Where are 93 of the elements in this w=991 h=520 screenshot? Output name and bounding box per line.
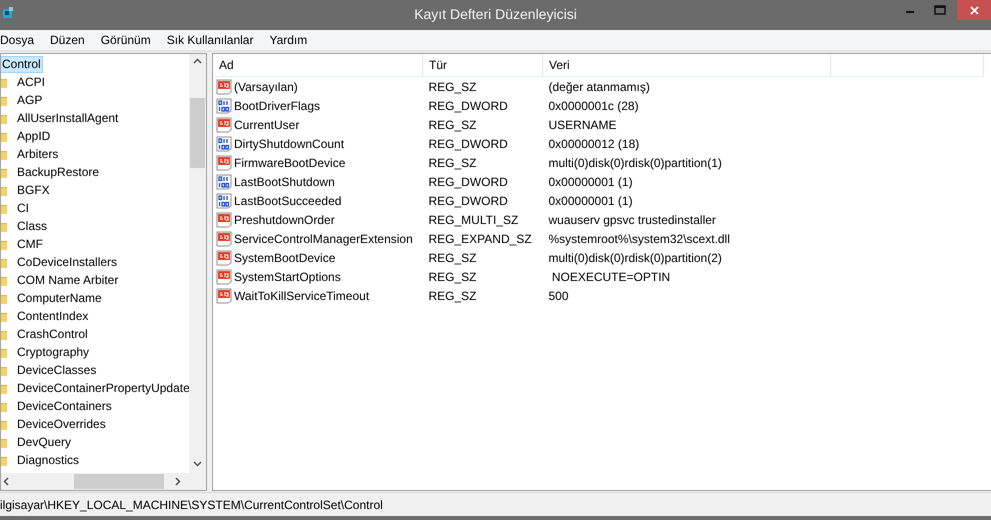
string-value-icon bbox=[216, 154, 232, 170]
tree-item[interactable]: ACPI bbox=[15, 74, 48, 90]
scroll-left-icon bbox=[3, 477, 9, 486]
maximize-icon bbox=[934, 5, 946, 15]
menu-item[interactable]: Dosya bbox=[0, 30, 42, 50]
value-name[interactable]: FirmwareBootDevice bbox=[234, 156, 346, 170]
value-name[interactable]: ServiceControlManagerExtension bbox=[234, 232, 413, 246]
tree-item[interactable]: CoDeviceInstallers bbox=[15, 254, 120, 270]
value-type: REG_EXPAND_SZ bbox=[428, 230, 533, 248]
string-value-icon bbox=[216, 116, 232, 132]
value-name[interactable]: WaitToKillServiceTimeout bbox=[234, 288, 370, 302]
menu-item[interactable]: Sık Kullanılanlar bbox=[158, 30, 262, 50]
value-data: wuauserv gpsvc trustedinstaller bbox=[548, 212, 717, 228]
value-type: REG_SZ bbox=[428, 288, 478, 304]
value-name[interactable]: BootDriverFlags bbox=[234, 98, 320, 112]
value-type: REG_DWORD bbox=[428, 174, 509, 190]
menu-item[interactable]: Yardım bbox=[261, 30, 316, 50]
close-icon bbox=[970, 6, 978, 14]
tree-item[interactable]: BGFX bbox=[15, 182, 52, 198]
value-data: USERNAME bbox=[548, 116, 618, 134]
tree-item[interactable]: ComputerName bbox=[15, 290, 104, 306]
value-type: REG_SZ bbox=[428, 154, 478, 172]
binary-value-icon bbox=[216, 98, 232, 114]
value-type: REG_DWORD bbox=[428, 192, 509, 210]
string-value-icon bbox=[216, 78, 232, 94]
tree-item[interactable]: Class bbox=[15, 218, 50, 234]
value-data: (değer atanmamış) bbox=[542, 76, 830, 96]
scrollbar-thumb[interactable] bbox=[74, 474, 164, 489]
value-type: REG_DWORD bbox=[428, 136, 509, 152]
app-icon bbox=[2, 7, 14, 21]
horizontal-scrollbar[interactable] bbox=[1, 473, 189, 490]
tree-item[interactable]: CrashControl bbox=[15, 326, 90, 342]
window-title: Kayıt Defteri Düzenleyicisi bbox=[414, 6, 577, 22]
value-type: REG_SZ bbox=[428, 250, 478, 266]
scroll-right-icon bbox=[175, 477, 181, 486]
tree-item[interactable]: ContentIndex bbox=[15, 308, 90, 324]
value-data: %systemroot%\system32\scext.dll bbox=[548, 230, 731, 248]
value-name[interactable]: (Varsayılan) bbox=[234, 80, 298, 94]
value-name[interactable]: DirtyShutdownCount bbox=[234, 136, 344, 150]
column-header[interactable]: Tür bbox=[422, 54, 542, 76]
string-value-icon bbox=[216, 250, 232, 266]
value-name[interactable]: SystemStartOptions bbox=[234, 270, 341, 284]
tree-item[interactable]: Cryptography bbox=[15, 344, 92, 360]
tree-item[interactable]: Control bbox=[1, 56, 43, 72]
tree-item[interactable]: BackupRestore bbox=[15, 164, 102, 180]
tree-item[interactable]: AllUserInstallAgent bbox=[15, 110, 120, 126]
binary-value-icon bbox=[216, 136, 232, 152]
tree-item[interactable]: DeviceClasses bbox=[15, 362, 98, 378]
value-data: 500 bbox=[548, 288, 570, 304]
column-header[interactable]: Veri bbox=[542, 54, 830, 76]
tree-item[interactable]: AppID bbox=[15, 128, 52, 144]
column-header[interactable]: Ad bbox=[213, 54, 422, 76]
tree-item[interactable]: Diagnostics bbox=[15, 452, 82, 468]
value-type: REG_SZ bbox=[422, 76, 542, 96]
string-value-icon bbox=[216, 268, 232, 284]
value-type: REG_SZ bbox=[428, 116, 478, 134]
value-name[interactable]: LastBootShutdown bbox=[234, 174, 335, 188]
value-type: REG_MULTI_SZ bbox=[428, 212, 520, 228]
value-name[interactable]: CurrentUser bbox=[234, 118, 300, 132]
value-name[interactable]: SystemBootDevice bbox=[234, 250, 336, 264]
value-type: REG_SZ bbox=[428, 268, 478, 286]
menu-item[interactable]: Düzen bbox=[42, 30, 93, 50]
string-value-icon bbox=[216, 212, 232, 228]
value-data: multi(0)disk(0)rdisk(0)partition(2) bbox=[548, 250, 723, 266]
binary-value-icon bbox=[216, 174, 232, 190]
scroll-up-icon bbox=[193, 58, 202, 64]
menu-item[interactable]: Görünüm bbox=[92, 30, 159, 50]
tree-item[interactable]: CI bbox=[15, 200, 31, 216]
binary-value-icon bbox=[216, 192, 232, 208]
tree-item[interactable]: DeviceContainerPropertyUpdate bbox=[15, 380, 189, 396]
value-data: 0x00000001 (1) bbox=[548, 174, 634, 190]
value-type: REG_DWORD bbox=[428, 98, 509, 114]
tree-item[interactable]: DevQuery bbox=[15, 434, 74, 450]
tree-item[interactable]: Arbiters bbox=[15, 146, 60, 162]
value-name[interactable]: LastBootSucceeded bbox=[234, 194, 342, 208]
close-button[interactable] bbox=[957, 0, 991, 20]
status-path: ilgisayar\HKEY_LOCAL_MACHINE\SYSTEM\CurrentControlSet\Control bbox=[0, 498, 383, 512]
value-data: multi(0)disk(0)rdisk(0)partition(1) bbox=[548, 154, 723, 172]
tree-item[interactable]: DeviceOverrides bbox=[15, 416, 108, 432]
scrollbar-thumb[interactable] bbox=[190, 98, 205, 168]
string-value-icon bbox=[216, 230, 232, 246]
value-data: 0x0000001c (28) bbox=[548, 98, 640, 114]
tree-item[interactable]: AGP bbox=[15, 92, 44, 108]
value-data: 0x00000012 (18) bbox=[548, 136, 640, 152]
string-value-icon bbox=[216, 288, 232, 304]
tree-item[interactable]: DeviceContainers bbox=[15, 398, 114, 414]
value-name[interactable]: PreshutdownOrder bbox=[234, 212, 335, 226]
value-data: 0x00000001 (1) bbox=[548, 192, 634, 210]
tree-item[interactable]: COM Name Arbiter bbox=[15, 272, 120, 288]
value-data: NOEXECUTE=OPTIN bbox=[550, 268, 672, 286]
vertical-scrollbar[interactable] bbox=[189, 54, 206, 473]
scroll-down-icon bbox=[193, 461, 202, 467]
tree-item[interactable]: CMF bbox=[15, 236, 45, 252]
